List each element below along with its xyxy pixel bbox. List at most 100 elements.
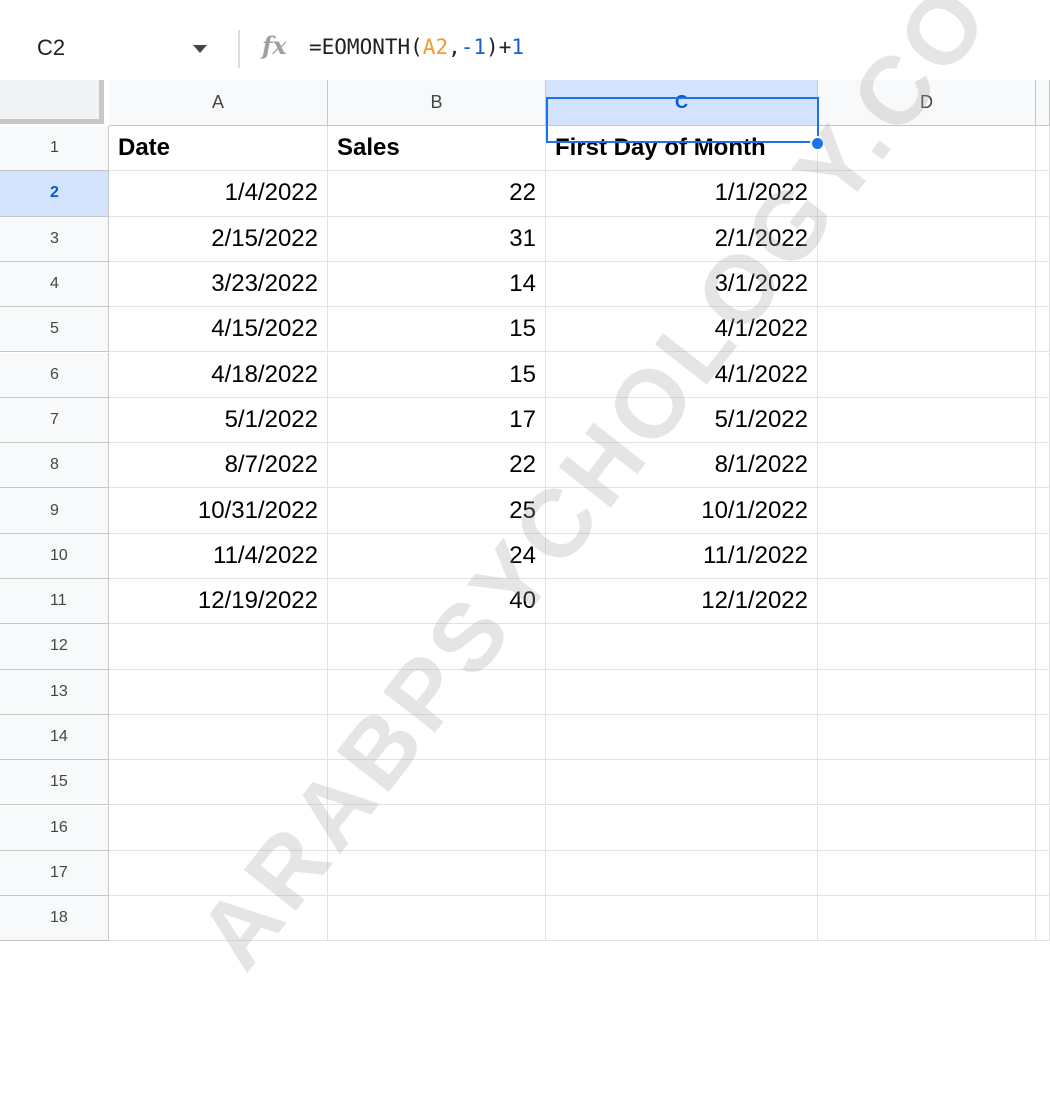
row-header-11[interactable]: 11: [0, 579, 109, 625]
cell-a4[interactable]: 3/23/2022: [109, 261, 328, 308]
cell-d8[interactable]: [818, 443, 1036, 489]
cell-b1[interactable]: Sales: [328, 126, 546, 172]
cell-c14[interactable]: [546, 714, 818, 761]
cell-a12[interactable]: [109, 624, 328, 670]
cell-d15[interactable]: [818, 760, 1036, 806]
formula-input[interactable]: =EOMONTH(A2,-1)+1: [309, 35, 524, 59]
cell-b8[interactable]: 22: [328, 443, 546, 489]
cell-c18[interactable]: [546, 896, 818, 942]
cell-d11[interactable]: [818, 579, 1036, 625]
cell-b17[interactable]: [328, 850, 546, 897]
cell-b9[interactable]: 25: [328, 488, 546, 534]
cell-a5[interactable]: 4/15/2022: [109, 307, 328, 353]
cell-c2[interactable]: 1/1/2022: [546, 171, 818, 217]
cell-a14[interactable]: [109, 714, 328, 761]
row-header-1[interactable]: 1: [0, 126, 109, 172]
cell-a17[interactable]: [109, 850, 328, 897]
cell-c16[interactable]: [546, 805, 818, 851]
row-header-3[interactable]: 3: [0, 216, 109, 262]
cell-b6[interactable]: 15: [328, 352, 546, 398]
row-header-4[interactable]: 4: [0, 261, 109, 308]
cell-c15[interactable]: [546, 760, 818, 806]
cell-filler: [1036, 624, 1050, 670]
row-header-2[interactable]: 2: [0, 171, 109, 217]
cell-a18[interactable]: [109, 896, 328, 942]
cell-b14[interactable]: [328, 714, 546, 761]
column-header-a[interactable]: A: [109, 80, 328, 126]
row-header-17[interactable]: 17: [0, 850, 109, 897]
row-header-6[interactable]: 6: [0, 352, 109, 398]
cell-b11[interactable]: 40: [328, 579, 546, 625]
cell-a10[interactable]: 11/4/2022: [109, 533, 328, 579]
cell-c10[interactable]: 11/1/2022: [546, 533, 818, 579]
cell-d1[interactable]: [818, 126, 1036, 172]
cell-a6[interactable]: 4/18/2022: [109, 352, 328, 398]
cell-b12[interactable]: [328, 624, 546, 670]
row-header-7[interactable]: 7: [0, 397, 109, 444]
active-cell-selection: [546, 97, 819, 143]
cell-c6[interactable]: 4/1/2022: [546, 352, 818, 398]
cell-a15[interactable]: [109, 760, 328, 806]
cell-c13[interactable]: [546, 669, 818, 715]
cell-a11[interactable]: 12/19/2022: [109, 579, 328, 625]
row-header-8[interactable]: 8: [0, 443, 109, 489]
column-header-d[interactable]: D: [818, 80, 1036, 126]
row-header-13[interactable]: 13: [0, 669, 109, 715]
row-header-18[interactable]: 18: [0, 896, 109, 942]
cell-d18[interactable]: [818, 896, 1036, 942]
cell-d13[interactable]: [818, 669, 1036, 715]
name-box[interactable]: C2: [37, 35, 65, 61]
cell-d14[interactable]: [818, 714, 1036, 761]
cell-c4[interactable]: 3/1/2022: [546, 261, 818, 308]
row-header-12[interactable]: 12: [0, 624, 109, 670]
cell-b18[interactable]: [328, 896, 546, 942]
cell-d12[interactable]: [818, 624, 1036, 670]
cell-a1[interactable]: Date: [109, 126, 328, 172]
row-header-10[interactable]: 10: [0, 533, 109, 579]
row-header-16[interactable]: 16: [0, 805, 109, 851]
cell-d4[interactable]: [818, 261, 1036, 308]
cell-b4[interactable]: 14: [328, 261, 546, 308]
cell-a16[interactable]: [109, 805, 328, 851]
select-all-corner[interactable]: [0, 80, 104, 124]
cell-c17[interactable]: [546, 850, 818, 897]
cell-a13[interactable]: [109, 669, 328, 715]
cell-a8[interactable]: 8/7/2022: [109, 443, 328, 489]
cell-a9[interactable]: 10/31/2022: [109, 488, 328, 534]
cell-c8[interactable]: 8/1/2022: [546, 443, 818, 489]
cell-c12[interactable]: [546, 624, 818, 670]
cell-c5[interactable]: 4/1/2022: [546, 307, 818, 353]
cell-b13[interactable]: [328, 669, 546, 715]
cell-d3[interactable]: [818, 216, 1036, 262]
column-header-b[interactable]: B: [328, 80, 546, 126]
cell-filler: [1036, 579, 1050, 625]
cell-a3[interactable]: 2/15/2022: [109, 216, 328, 262]
cell-a7[interactable]: 5/1/2022: [109, 397, 328, 444]
row-header-5[interactable]: 5: [0, 307, 109, 353]
cell-d17[interactable]: [818, 850, 1036, 897]
cell-d9[interactable]: [818, 488, 1036, 534]
cell-d16[interactable]: [818, 805, 1036, 851]
cell-d6[interactable]: [818, 352, 1036, 398]
cell-c11[interactable]: 12/1/2022: [546, 579, 818, 625]
cell-b10[interactable]: 24: [328, 533, 546, 579]
cell-b2[interactable]: 22: [328, 171, 546, 217]
cell-b3[interactable]: 31: [328, 216, 546, 262]
cell-b16[interactable]: [328, 805, 546, 851]
name-box-dropdown-icon[interactable]: [193, 45, 207, 53]
cell-a2[interactable]: 1/4/2022: [109, 171, 328, 217]
cell-d5[interactable]: [818, 307, 1036, 353]
cell-d7[interactable]: [818, 397, 1036, 444]
cell-b7[interactable]: 17: [328, 397, 546, 444]
cell-d2[interactable]: [818, 171, 1036, 217]
cell-b5[interactable]: 15: [328, 307, 546, 353]
row-header-14[interactable]: 14: [0, 714, 109, 761]
cell-d10[interactable]: [818, 533, 1036, 579]
fill-handle[interactable]: [810, 136, 825, 151]
cell-c9[interactable]: 10/1/2022: [546, 488, 818, 534]
row-header-9[interactable]: 9: [0, 488, 109, 534]
row-header-15[interactable]: 15: [0, 760, 109, 806]
cell-c3[interactable]: 2/1/2022: [546, 216, 818, 262]
cell-b15[interactable]: [328, 760, 546, 806]
cell-c7[interactable]: 5/1/2022: [546, 397, 818, 444]
